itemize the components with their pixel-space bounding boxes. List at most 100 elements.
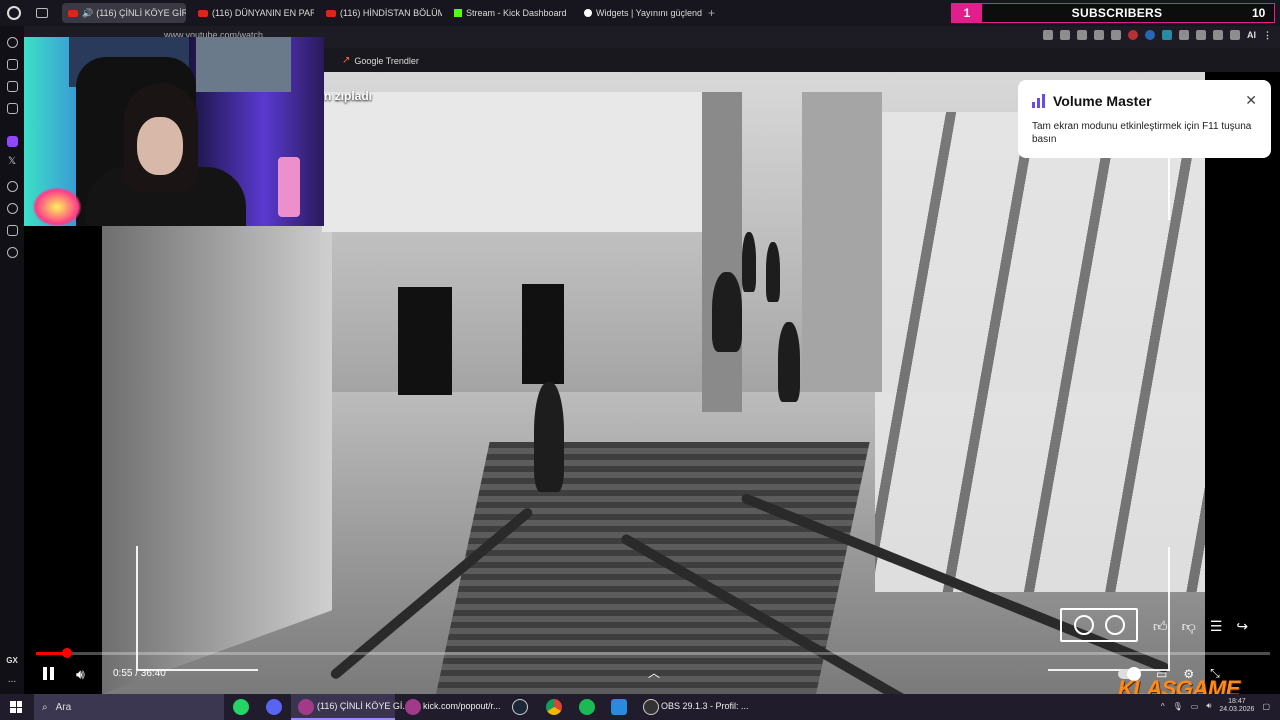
webcam-led-light bbox=[32, 187, 82, 226]
whatsapp-icon[interactable] bbox=[233, 699, 249, 715]
ai-button[interactable]: AI bbox=[1247, 30, 1256, 41]
speaker-icon[interactable]: 🔊 bbox=[82, 8, 93, 19]
system-tray: ^ 🎙︎ ▭ 🔊︎ 18:47 24.03.2026 ▢ bbox=[1161, 698, 1270, 714]
opera-logo-icon[interactable] bbox=[7, 6, 21, 20]
taskbar-search[interactable]: ⌕ Ara bbox=[34, 694, 224, 720]
bookmark-google-trends[interactable]: ↗ Google Trendler bbox=[342, 55, 419, 66]
opera-gx-icon[interactable] bbox=[405, 699, 421, 715]
taskbar-kick-label: kick.com/popout/r... bbox=[423, 701, 501, 711]
new-tab-button[interactable]: + bbox=[708, 6, 715, 20]
chevron-up-icon[interactable]: ︿ bbox=[648, 664, 660, 681]
player-icon[interactable] bbox=[6, 181, 18, 192]
more-menu-icon[interactable]: ⋮ bbox=[1263, 30, 1272, 41]
scene-person bbox=[766, 242, 780, 302]
scene-escalator bbox=[434, 442, 870, 694]
subscribers-count: 1 bbox=[952, 4, 982, 22]
files-icon[interactable] bbox=[611, 699, 627, 715]
taskbar-obs-label: OBS 29.1.3 - Profil: ... bbox=[661, 701, 749, 711]
speed-dial-icon[interactable] bbox=[6, 37, 18, 48]
scene-person bbox=[778, 322, 800, 402]
history-icon[interactable] bbox=[6, 203, 18, 214]
tab-hindistan[interactable]: (116) HİNDİSTAN BÖLÜM bbox=[320, 3, 442, 23]
shield-icon[interactable] bbox=[1077, 30, 1087, 40]
tab-cinli-koye[interactable]: 🔊 (116) ÇİNLİ KÖYE GİRD bbox=[62, 3, 186, 23]
scene-door bbox=[522, 284, 564, 384]
tab-kick-dashboard[interactable]: Stream - Kick Dashboard bbox=[448, 3, 572, 23]
extension-toolbar: AI ⋮ bbox=[1043, 30, 1272, 41]
subscribers-label: SUBSCRIBERS bbox=[1071, 6, 1163, 20]
tab-widgets[interactable]: Widgets | Yayınını güçlend bbox=[578, 3, 702, 23]
scene-ceiling bbox=[322, 92, 702, 232]
scene-person bbox=[712, 272, 742, 352]
webcam-poster bbox=[196, 37, 291, 92]
like-icon[interactable]: 👍︎ bbox=[1153, 618, 1168, 635]
video-side-actions: 👍︎ 👎︎ ☰ ↪ bbox=[1153, 618, 1248, 635]
heart-icon[interactable] bbox=[1111, 30, 1121, 40]
extension-blue-icon[interactable] bbox=[1145, 30, 1155, 40]
extension-badge-icon[interactable] bbox=[1179, 30, 1189, 40]
scene-person bbox=[534, 382, 564, 492]
play-icon[interactable] bbox=[1094, 30, 1104, 40]
snapshot-icon[interactable] bbox=[1060, 30, 1070, 40]
cube-icon[interactable] bbox=[1213, 30, 1223, 40]
x-twitter-icon[interactable]: 𝕏 bbox=[8, 156, 16, 167]
microphone-icon[interactable]: 🎙︎ bbox=[1173, 702, 1183, 711]
scene-windows bbox=[875, 112, 1205, 592]
download-icon[interactable] bbox=[1230, 30, 1240, 40]
screen: 🔊 (116) ÇİNLİ KÖYE GİRD (116) DÜNYANIN E… bbox=[0, 0, 1280, 720]
clock[interactable]: 18:47 24.03.2026 bbox=[1219, 698, 1254, 714]
scene-door bbox=[398, 287, 452, 395]
tab-menu-icon[interactable] bbox=[36, 8, 48, 18]
gx-label[interactable]: GX bbox=[6, 656, 18, 665]
kick-icon bbox=[454, 9, 462, 17]
windows-start-icon[interactable] bbox=[10, 701, 22, 713]
scene-pillar bbox=[702, 92, 742, 412]
subscribers-goal: 10 bbox=[1252, 6, 1266, 20]
browser-sidebar: 𝕏 GX ... bbox=[0, 26, 24, 694]
share-icon[interactable]: ↪ bbox=[1236, 618, 1248, 635]
pause-button[interactable] bbox=[43, 667, 57, 681]
volume-icon[interactable]: 🔊︎ bbox=[76, 666, 85, 683]
youtube-icon bbox=[68, 9, 78, 17]
subscribers-goal-widget: 1 SUBSCRIBERS 10 bbox=[951, 3, 1275, 23]
windows-taskbar: ⌕ Ara (116) ÇİNLİ KÖYE Gİ... kick.com/po… bbox=[0, 694, 1280, 720]
youtube-icon bbox=[326, 9, 336, 17]
dislike-icon[interactable]: 👎︎ bbox=[1182, 618, 1196, 635]
chevron-up-icon[interactable]: ^ bbox=[1161, 702, 1165, 711]
settings-icon[interactable] bbox=[6, 247, 18, 258]
video-progress-bar[interactable] bbox=[36, 648, 1270, 658]
pin-icon[interactable] bbox=[1043, 30, 1053, 40]
network-icon[interactable]: ▭ bbox=[1191, 702, 1199, 711]
cassette-icon bbox=[1060, 608, 1138, 642]
steam-icon[interactable] bbox=[512, 699, 528, 715]
notifications-icon[interactable]: ▢ bbox=[1262, 702, 1270, 711]
discord-icon[interactable] bbox=[266, 699, 282, 715]
search-icon: ⌕ bbox=[42, 701, 48, 713]
chrome-icon[interactable] bbox=[546, 699, 562, 715]
twitch-icon[interactable] bbox=[6, 136, 18, 147]
notification-title: Volume Master bbox=[1053, 93, 1152, 109]
speaker-icon[interactable]: 🔊︎ bbox=[1206, 701, 1211, 711]
extensions-icon[interactable] bbox=[6, 225, 18, 236]
extensions-puzzle-icon[interactable] bbox=[1196, 30, 1206, 40]
volume-master-notification: Volume Master ✕ Tam ekran modunu etkinle… bbox=[1018, 80, 1271, 158]
gx-control-icon[interactable] bbox=[6, 59, 18, 70]
volume-bars-icon bbox=[1032, 94, 1046, 108]
video-time: 0:55 / 36:40 bbox=[113, 668, 166, 679]
video-title: n zıpladı bbox=[324, 89, 372, 103]
sidebar-more-icon[interactable]: ... bbox=[8, 674, 16, 685]
spotify-icon[interactable] bbox=[579, 699, 595, 715]
taskbar-opera-label: (116) ÇİNLİ KÖYE Gİ... bbox=[317, 701, 410, 711]
opera-gx-icon[interactable] bbox=[298, 699, 314, 715]
messenger-icon[interactable] bbox=[6, 103, 18, 114]
close-icon[interactable]: ✕ bbox=[1245, 92, 1257, 109]
extension-teal-icon[interactable] bbox=[1162, 30, 1172, 40]
extension-red-icon[interactable] bbox=[1128, 30, 1138, 40]
tab-dunyanin-en[interactable]: (116) DÜNYANIN EN PARA bbox=[192, 3, 314, 23]
comment-icon[interactable]: ☰ bbox=[1210, 618, 1223, 635]
scene-pillar bbox=[802, 92, 882, 392]
video-progress-handle[interactable] bbox=[61, 648, 72, 658]
notification-body: Tam ekran modunu etkinleştirmek için F11… bbox=[1032, 121, 1252, 145]
obs-icon[interactable] bbox=[643, 699, 659, 715]
gx-corner-icon[interactable] bbox=[6, 81, 18, 92]
